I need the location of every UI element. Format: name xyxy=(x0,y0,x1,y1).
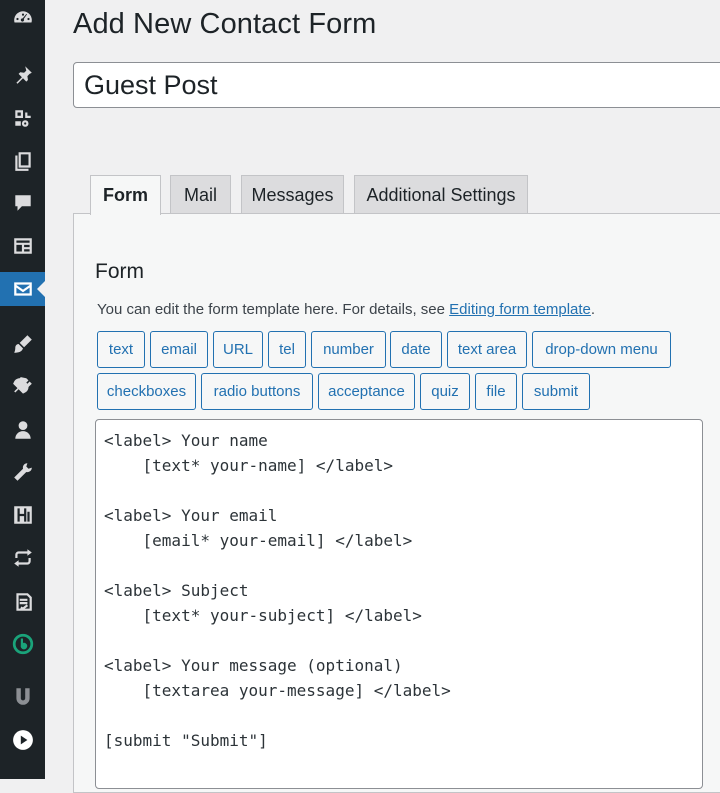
plugin-icon[interactable] xyxy=(0,370,45,404)
document-check-icon[interactable] xyxy=(0,585,45,619)
form-panel-description: You can edit the form template here. For… xyxy=(97,301,595,318)
tag-button-quiz[interactable]: quiz xyxy=(420,373,470,410)
mail-icon[interactable] xyxy=(0,272,45,306)
tag-button-date[interactable]: date xyxy=(390,331,442,368)
b-circle-icon[interactable] xyxy=(0,627,45,661)
template-line xyxy=(104,628,694,653)
template-line: <label> Subject xyxy=(104,581,249,600)
template-line: [submit "Submit"] xyxy=(104,731,268,750)
tag-button-number[interactable]: number xyxy=(311,331,386,368)
form-panel-heading: Form xyxy=(95,260,144,283)
tag-button-tel[interactable]: tel xyxy=(268,331,306,368)
media-icon[interactable] xyxy=(0,101,45,135)
pin-icon[interactable] xyxy=(0,58,45,92)
tab-mail[interactable]: Mail xyxy=(170,175,231,214)
template-line: <label> Your email xyxy=(104,506,278,525)
description-suffix: . xyxy=(590,301,596,318)
description-text: You can edit the form template here. For… xyxy=(97,301,450,318)
tag-button-email[interactable]: email xyxy=(150,331,208,368)
wrench-icon[interactable] xyxy=(0,455,45,489)
comments-icon[interactable] xyxy=(0,186,45,220)
tag-button-text-area[interactable]: text area xyxy=(447,331,527,368)
table-layout-icon[interactable] xyxy=(0,229,45,263)
pages-icon[interactable] xyxy=(0,144,45,178)
template-line: [text* your-name] </label> xyxy=(104,456,393,475)
tab-form[interactable]: Form xyxy=(90,175,161,215)
tag-button-submit[interactable]: submit xyxy=(522,373,590,410)
settings-sliders-icon[interactable] xyxy=(0,498,45,532)
form-panel: Form You can edit the form template here… xyxy=(73,213,720,793)
template-line xyxy=(104,703,694,728)
tab-messages[interactable]: Messages xyxy=(241,175,344,214)
play-circle-icon[interactable] xyxy=(0,723,45,757)
repeat-arrows-icon[interactable] xyxy=(0,541,45,575)
editing-form-template-link[interactable]: Editing form template xyxy=(449,301,591,318)
tag-button-drop-down-menu[interactable]: drop-down menu xyxy=(532,331,671,368)
template-line: [textarea your-message] </label> xyxy=(104,681,451,700)
tab-additional-settings[interactable]: Additional Settings xyxy=(354,175,528,214)
page-title: Add New Contact Form xyxy=(73,8,377,40)
tag-button-radio-buttons[interactable]: radio buttons xyxy=(201,373,313,410)
template-line xyxy=(104,553,694,578)
tag-button-file[interactable]: file xyxy=(475,373,517,410)
template-line xyxy=(104,478,694,503)
template-line: [email* your-email] </label> xyxy=(104,531,413,550)
template-line: [text* your-subject] </label> xyxy=(104,606,422,625)
admin-sidebar xyxy=(0,0,45,779)
brush-icon[interactable] xyxy=(0,327,45,361)
tag-button-url[interactable]: URL xyxy=(213,331,263,368)
user-icon[interactable] xyxy=(0,413,45,447)
tag-button-checkboxes[interactable]: checkboxes xyxy=(97,373,196,410)
u-logo-icon[interactable] xyxy=(0,679,45,713)
tag-button-text[interactable]: text xyxy=(97,331,145,368)
dashboard-icon[interactable] xyxy=(0,2,45,36)
form-title-input[interactable] xyxy=(73,62,720,108)
template-line: <label> Your name xyxy=(104,431,268,450)
tag-button-acceptance[interactable]: acceptance xyxy=(318,373,415,410)
template-line: <label> Your message (optional) xyxy=(104,656,403,675)
form-template-editor[interactable]: <label> Your name [text* your-name] </la… xyxy=(95,419,703,789)
